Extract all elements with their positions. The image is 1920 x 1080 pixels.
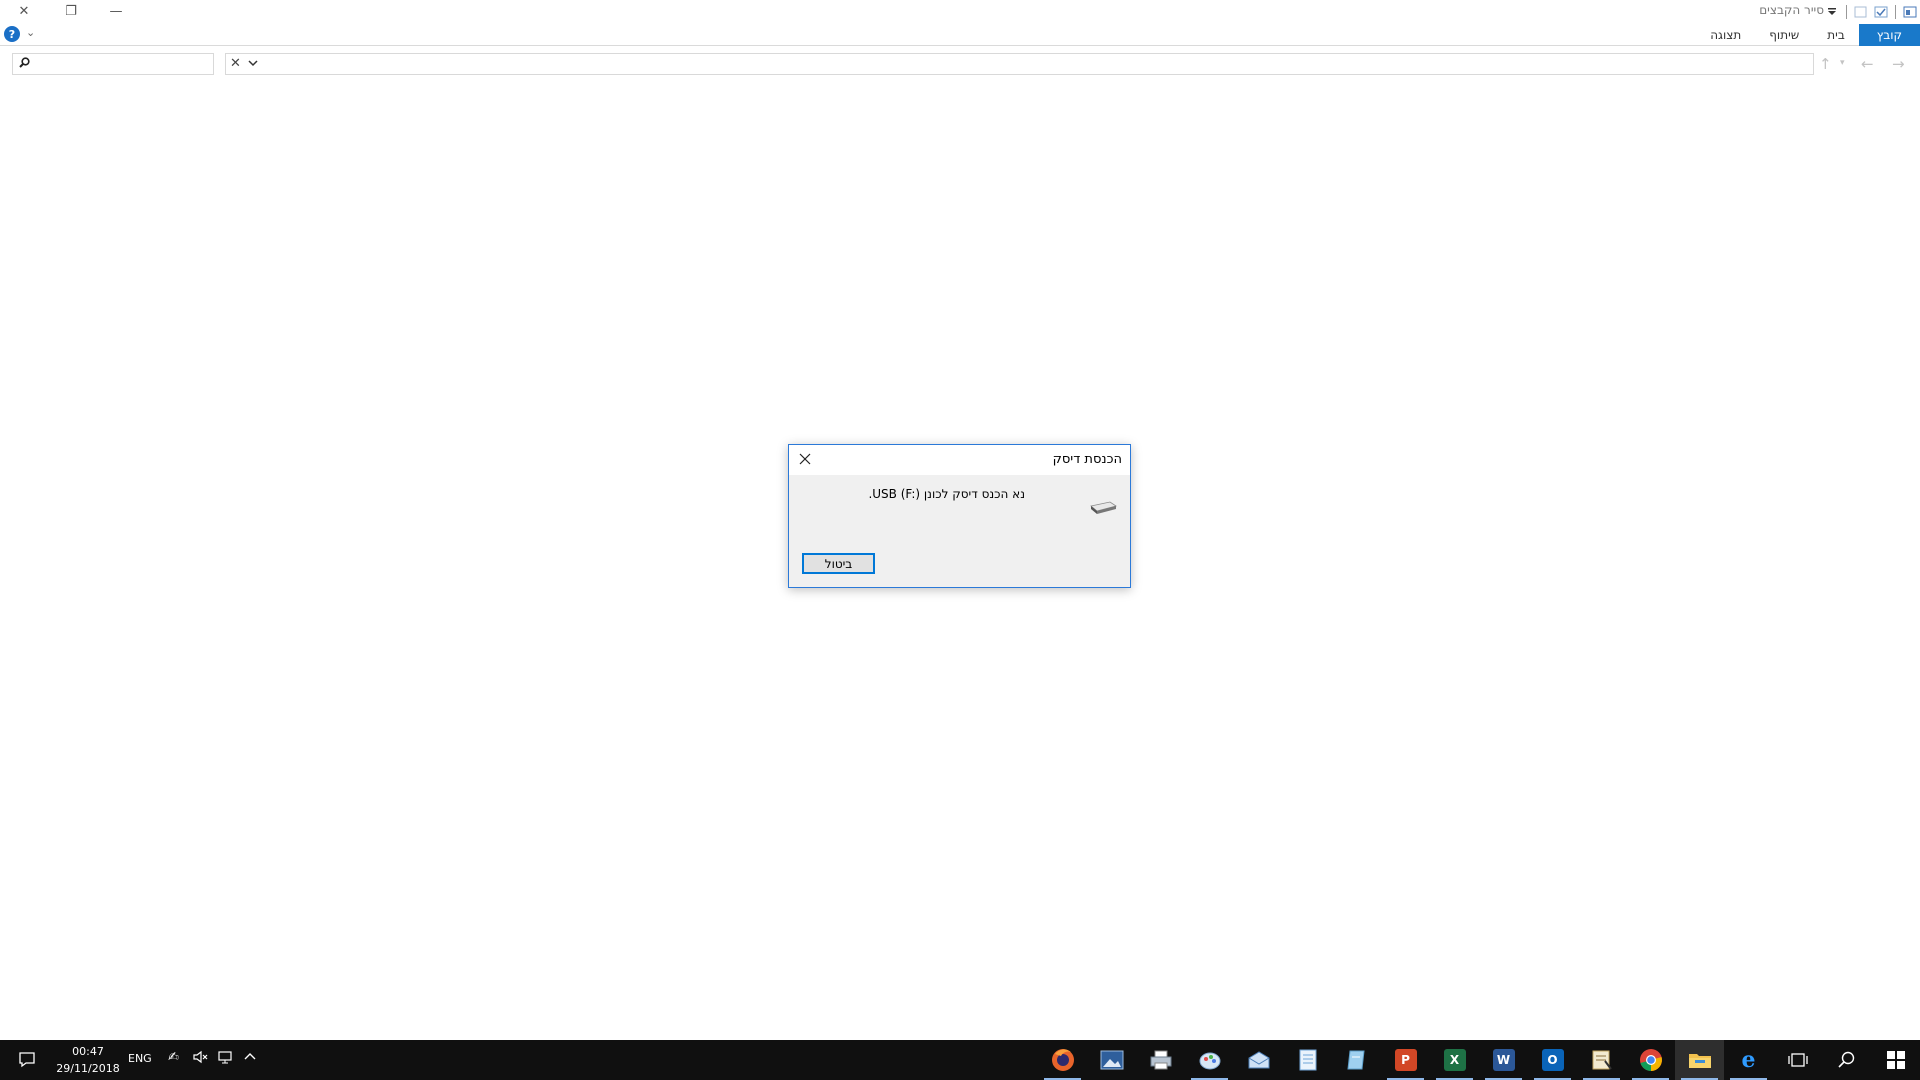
chevron-down-icon[interactable] [248, 57, 258, 70]
dialog-titlebar: הכנסת דיסק [789, 445, 1130, 475]
close-icon [799, 453, 811, 465]
window-maximize-button[interactable]: ❐ [49, 0, 93, 22]
qat-separator [1846, 5, 1847, 19]
navigation-bar: ✕ ↑ ▾ ← → [0, 52, 1920, 76]
forward-arrow-icon[interactable]: → [1892, 55, 1905, 73]
restore-icon: ❐ [65, 3, 77, 19]
tab-file[interactable]: קובץ [1858, 24, 1920, 46]
taskbar-app-photos[interactable] [1087, 1040, 1136, 1080]
insert-disk-dialog: הכנסת דיסק נא הכנס דיסק לכונן USB (F:). … [788, 444, 1131, 588]
taskbar-app-printer[interactable] [1136, 1040, 1185, 1080]
cancel-button[interactable]: ביטול [802, 553, 875, 574]
chevron-down-icon[interactable]: ▾ [1840, 58, 1845, 68]
tab-home[interactable]: בית [1813, 24, 1859, 46]
usb-drive-icon [1090, 501, 1117, 514]
taskbar-app-chrome[interactable] [1626, 1040, 1675, 1080]
chevron-up-icon[interactable] [244, 1050, 256, 1065]
help-icon[interactable]: ? [4, 26, 20, 42]
window-close-button[interactable]: ✕ [2, 0, 46, 22]
address-bar[interactable]: ✕ [225, 53, 1814, 75]
pen-icon[interactable]: ✍ [168, 1050, 179, 1065]
task-view-button[interactable] [1773, 1040, 1822, 1080]
taskbar-search-button[interactable] [1822, 1040, 1871, 1080]
clock-time: 00:47 [72, 1045, 104, 1058]
photo-icon [1100, 1050, 1123, 1070]
file-explorer-icon [1688, 1054, 1711, 1068]
taskbar-app-writer[interactable] [1332, 1040, 1381, 1080]
chrome-icon [1639, 1049, 1662, 1071]
minimize-icon: — [109, 3, 123, 19]
new-folder-icon[interactable] [1851, 3, 1871, 21]
taskbar: 00:47 29/11/2018 ENG ✍ e O W X P [0, 1040, 1920, 1080]
firefox-icon [1051, 1049, 1074, 1071]
windows-icon [1886, 1051, 1905, 1069]
search-icon [19, 57, 30, 71]
taskbar-app-file-explorer[interactable] [1675, 1040, 1724, 1080]
quick-access-toolbar [1822, 2, 1920, 22]
certificate-icon [1592, 1050, 1612, 1070]
ribbon-tabs: קובץ בית שיתוף תצוגה [1696, 24, 1920, 46]
volume-muted-icon[interactable] [193, 1050, 209, 1068]
taskbar-app-outlook[interactable]: O [1528, 1040, 1577, 1080]
window-titlebar: ✕ ❐ — סייר הקבצים [0, 0, 1920, 24]
internet-explorer-icon: e [1741, 1047, 1756, 1073]
network-icon[interactable] [218, 1050, 234, 1068]
taskbar-app-paint[interactable] [1185, 1040, 1234, 1080]
clock-date: 29/11/2018 [56, 1062, 120, 1075]
dialog-title: הכנסת דיסק [1052, 452, 1122, 467]
task-view-icon [1787, 1053, 1808, 1067]
taskbar-app-notepad[interactable] [1283, 1040, 1332, 1080]
taskbar-apps: e O W X P [1038, 1040, 1920, 1080]
excel-icon: X [1443, 1049, 1466, 1071]
close-icon[interactable]: ✕ [230, 56, 241, 71]
dialog-close-button[interactable] [793, 448, 817, 470]
search-box[interactable] [12, 53, 214, 75]
ribbon: ? ⌄ קובץ בית שיתוף תצוגה [0, 24, 1920, 46]
action-center-icon[interactable] [18, 1050, 38, 1070]
outlook-icon: O [1541, 1049, 1564, 1071]
notepad-icon [1299, 1049, 1316, 1071]
taskbar-app-word[interactable]: W [1479, 1040, 1528, 1080]
dialog-message: נא הכנס דיסק לכונן USB (F:). [868, 487, 1025, 501]
qat-separator [1895, 5, 1896, 19]
tab-share[interactable]: שיתוף [1755, 24, 1813, 46]
search-icon [1837, 1051, 1854, 1068]
customize-qat-icon[interactable] [1822, 3, 1842, 21]
chevron-down-icon[interactable]: ⌄ [26, 26, 35, 39]
word-icon: W [1492, 1049, 1515, 1071]
taskbar-app-powerpoint[interactable]: P [1381, 1040, 1430, 1080]
properties-icon[interactable] [1900, 3, 1920, 21]
powerpoint-icon: P [1394, 1049, 1417, 1071]
input-language[interactable]: ENG [128, 1052, 152, 1065]
close-icon: ✕ [18, 3, 30, 19]
window-minimize-button[interactable]: — [94, 0, 138, 22]
checkmark-icon[interactable] [1871, 3, 1891, 21]
tab-view[interactable]: תצוגה [1696, 24, 1755, 46]
writer-icon [1346, 1050, 1365, 1070]
paint-icon [1199, 1052, 1220, 1070]
window-title: סייר הקבצים [1759, 3, 1824, 17]
up-arrow-icon[interactable]: ↑ [1819, 55, 1832, 73]
taskbar-app-mail[interactable] [1234, 1040, 1283, 1080]
search-input[interactable] [37, 55, 209, 73]
taskbar-app-certificate[interactable] [1577, 1040, 1626, 1080]
back-arrow-icon[interactable]: ← [1861, 55, 1874, 73]
mail-icon [1248, 1051, 1269, 1069]
start-button[interactable] [1871, 1040, 1920, 1080]
printer-icon [1150, 1050, 1171, 1070]
taskbar-app-excel[interactable]: X [1430, 1040, 1479, 1080]
taskbar-app-firefox[interactable] [1038, 1040, 1087, 1080]
taskbar-clock[interactable]: 00:47 29/11/2018 [50, 1043, 126, 1077]
taskbar-app-internet-explorer[interactable]: e [1724, 1040, 1773, 1080]
